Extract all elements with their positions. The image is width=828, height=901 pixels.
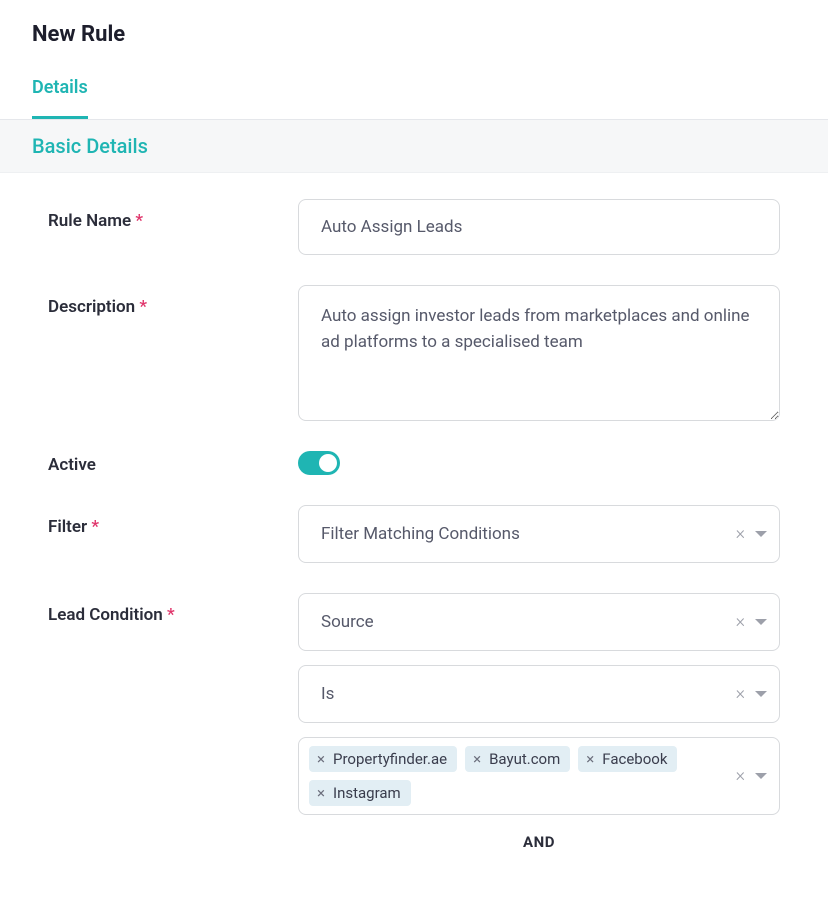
select-icons: ×: [734, 683, 767, 705]
page-title: New Rule: [0, 0, 828, 47]
clear-icon[interactable]: ×: [734, 683, 747, 705]
label-text: Description: [48, 297, 135, 317]
row-description: Description * Auto assign investor leads…: [48, 285, 780, 421]
filter-select-value: Filter Matching Conditions: [321, 524, 520, 544]
label-filter: Filter *: [48, 505, 298, 537]
chevron-down-icon[interactable]: [755, 691, 767, 697]
tag: × Instagram: [309, 780, 411, 806]
label-lead-condition: Lead Condition *: [48, 593, 298, 625]
lead-condition-field-select[interactable]: Source ×: [298, 593, 780, 651]
required-mark: *: [135, 211, 143, 231]
label-text: Active: [48, 455, 96, 475]
select-icons: ×: [734, 523, 767, 545]
tab-details[interactable]: Details: [32, 77, 88, 119]
tag-remove-icon[interactable]: ×: [317, 786, 325, 801]
lead-condition-field-value: Source: [321, 612, 374, 632]
select-icons: ×: [734, 611, 767, 633]
tabs: Details: [0, 47, 828, 120]
clear-icon[interactable]: ×: [734, 765, 747, 787]
section-header-basic-details: Basic Details: [0, 120, 828, 173]
clear-icon[interactable]: ×: [734, 611, 747, 633]
tag: × Bayut.com: [465, 746, 570, 772]
conjunction-and: AND: [298, 833, 780, 851]
row-filter: Filter * Filter Matching Conditions ×: [48, 505, 780, 563]
toggle-knob: [319, 454, 337, 472]
required-mark: *: [139, 297, 147, 317]
tag-label: Propertyfinder.ae: [333, 750, 447, 768]
required-mark: *: [167, 605, 175, 625]
select-icons: ×: [734, 765, 767, 787]
label-rule-name: Rule Name *: [48, 199, 298, 231]
form-area: Rule Name * Description * Auto assign in…: [0, 173, 828, 901]
row-rule-name: Rule Name *: [48, 199, 780, 255]
tag-remove-icon[interactable]: ×: [586, 752, 594, 767]
lead-condition-operator-value: Is: [321, 684, 334, 704]
tag: × Facebook: [578, 746, 677, 772]
label-active: Active: [48, 451, 298, 475]
lead-condition-operator-select[interactable]: Is ×: [298, 665, 780, 723]
active-toggle[interactable]: [298, 451, 340, 475]
tag-label: Facebook: [602, 750, 667, 768]
label-text: Rule Name: [48, 211, 131, 231]
chevron-down-icon[interactable]: [755, 773, 767, 779]
label-description: Description *: [48, 285, 298, 317]
tag-label: Instagram: [333, 784, 401, 802]
lead-condition-values-multiselect[interactable]: × Propertyfinder.ae × Bayut.com × Facebook × In…: [298, 737, 780, 815]
tag-remove-icon[interactable]: ×: [473, 752, 481, 767]
label-text: Lead Condition: [48, 605, 163, 625]
required-mark: *: [91, 517, 99, 537]
chevron-down-icon[interactable]: [755, 619, 767, 625]
description-input[interactable]: Auto assign investor leads from marketpl…: [298, 285, 780, 421]
tag: × Propertyfinder.ae: [309, 746, 457, 772]
chevron-down-icon[interactable]: [755, 531, 767, 537]
rule-name-input[interactable]: [298, 199, 780, 255]
row-active: Active: [48, 451, 780, 475]
label-text: Filter: [48, 517, 87, 537]
tag-label: Bayut.com: [489, 750, 560, 768]
row-lead-condition: Lead Condition * Source × Is × ×Pro: [48, 593, 780, 851]
filter-select[interactable]: Filter Matching Conditions ×: [298, 505, 780, 563]
tag-remove-icon[interactable]: ×: [317, 752, 325, 767]
clear-icon[interactable]: ×: [734, 523, 747, 545]
